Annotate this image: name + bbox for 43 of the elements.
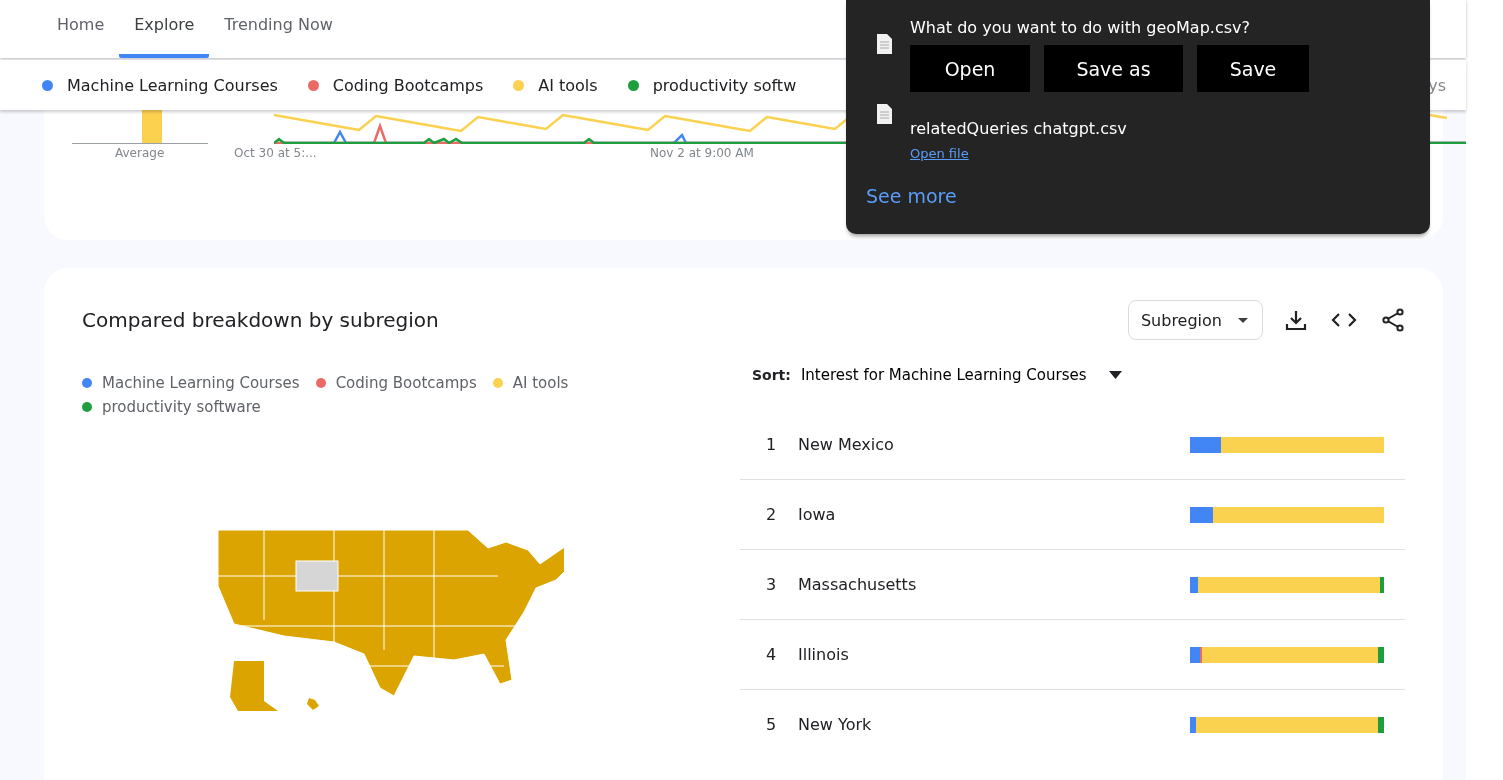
- region-name: Massachusetts: [798, 575, 917, 594]
- rank-number: 1: [764, 435, 778, 454]
- caret-icon: [1108, 371, 1122, 379]
- download-action-button[interactable]: Open: [910, 45, 1030, 92]
- file-icon: [876, 104, 892, 124]
- axis-label: Nov 2 at 9:00 AM: [650, 146, 754, 160]
- open-file-link[interactable]: Open file: [910, 146, 969, 161]
- see-more-link[interactable]: See more: [866, 185, 957, 207]
- caret-icon: [1238, 317, 1248, 323]
- search-term[interactable]: AI tools: [538, 75, 598, 95]
- legend-label: Coding Bootcamps: [335, 374, 477, 392]
- download-action-button[interactable]: Save: [1197, 45, 1309, 92]
- sort-dropdown[interactable]: Interest for Machine Learning Courses: [800, 366, 1122, 384]
- file-name: relatedQueries chatgpt.csv: [910, 119, 1127, 138]
- file-icon: [876, 34, 892, 54]
- sort-label: Sort:: [752, 367, 791, 383]
- legend-label: productivity software: [102, 398, 261, 416]
- region-name: New York: [798, 715, 872, 734]
- axis-label: Average: [115, 146, 165, 160]
- card-title: Compared breakdown by subregion: [82, 308, 439, 332]
- download-action-button[interactable]: Save as: [1044, 45, 1183, 92]
- term-label: ys: [1428, 75, 1446, 95]
- rank-number: 3: [764, 575, 778, 594]
- axis-label: Oct 30 at 5:...: [234, 146, 317, 160]
- average-bar: [142, 110, 162, 143]
- embed-icon[interactable]: [1331, 311, 1357, 329]
- legend-label: Machine Learning Courses: [102, 374, 300, 392]
- rank-number: 4: [764, 645, 778, 664]
- legend-label: AI tools: [512, 374, 569, 392]
- region-name: New Mexico: [798, 435, 894, 454]
- nav-tab[interactable]: Trending Now: [209, 0, 348, 58]
- region-name: Illinois: [798, 645, 849, 664]
- search-term[interactable]: Coding Bootcamps: [332, 75, 484, 95]
- search-term[interactable]: Machine Learning Courses: [67, 75, 278, 95]
- nav-tab[interactable]: Home: [42, 0, 120, 58]
- subregion-dropdown[interactable]: Subregion: [1127, 300, 1263, 340]
- download-icon[interactable]: [1285, 309, 1307, 331]
- rank-number: 5: [764, 715, 778, 734]
- region-name: Iowa: [798, 505, 836, 524]
- download-prompt: What do you want to do with geoMap.csv?: [910, 18, 1251, 37]
- rank-number: 2: [764, 505, 778, 524]
- search-term[interactable]: productivity softw: [652, 75, 797, 95]
- share-icon[interactable]: [1381, 308, 1405, 332]
